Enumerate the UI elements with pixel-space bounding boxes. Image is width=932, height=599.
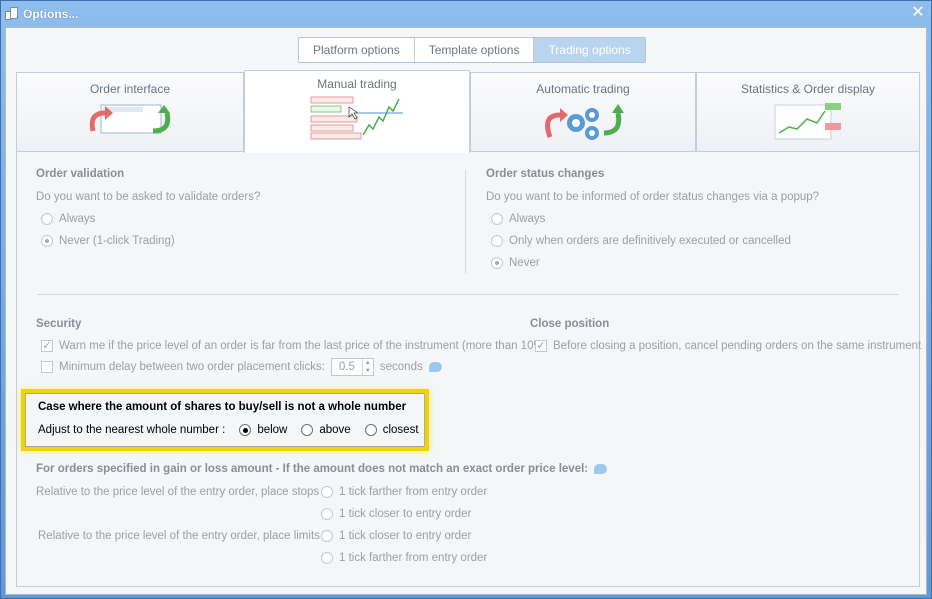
tab-statistics-order-display[interactable]: Statistics & Order display [696,72,920,152]
option-label: Never [509,257,540,269]
option-label: 1 tick farther from entry order [339,486,488,498]
radio-icon [491,235,503,247]
info-bubble-icon[interactable] [594,464,608,474]
tab-order-interface[interactable]: Order interface [16,72,244,152]
radio-icon [41,213,53,225]
option-label: Never (1-click Trading) [59,235,175,247]
round-closest-radio[interactable]: closest [364,424,419,436]
option-label: 1 tick farther from entry order [339,552,488,564]
cancel-pending-checkbox[interactable]: ✓ Before closing a position, cancel pendi… [535,340,921,352]
option-label: Always [59,213,96,225]
column-divider [465,170,466,274]
client-area: Platform options Template options Tradin… [5,27,927,595]
round-above-radio[interactable]: above [301,424,351,436]
limits-closer-radio[interactable]: 1 tick closer to entry order [321,530,471,542]
options-segmented-control: Platform options Template options Tradin… [298,37,646,63]
option-label: 1 tick closer to entry order [339,530,472,542]
warn-price-checkbox[interactable]: ✓ Warn me if the price level of an order … [41,340,548,352]
option-label: Only when orders are definitively execut… [509,235,791,247]
stops-farther-radio[interactable]: 1 tick farther from entry order [321,486,487,498]
delay-value[interactable]: 0.5 [332,361,362,373]
radio-icon [321,552,333,564]
segment-trading-options[interactable]: Trading options [534,38,645,62]
whole-number-highlight-box: Case where the amount of shares to buy/s… [21,389,429,451]
radio-icon [491,257,503,269]
stops-label: Relative to the price level of the entry… [36,486,320,498]
radio-icon [364,424,377,436]
order-status-executed-radio[interactable]: Only when orders are definitively execut… [491,235,791,247]
checkbox-label: Before closing a position, cancel pendin… [553,340,922,352]
radio-icon [301,424,314,436]
whole-number-row: Adjust to the nearest whole number : bel… [38,424,419,436]
automatic-trading-icon [545,104,624,140]
info-bubble-icon[interactable] [428,362,442,372]
limits-label: Relative to the price level of the entry… [38,530,320,542]
delay-unit: seconds [379,361,423,373]
segment-platform-options[interactable]: Platform options [299,38,415,62]
gain-loss-title-row: For orders specified in gain or loss amo… [36,463,608,475]
order-status-always-radio[interactable]: Always [491,213,545,225]
radio-icon [239,424,252,436]
checkmark-icon: ✓ [41,340,53,352]
order-validation-always-radio[interactable]: Always [41,213,95,225]
order-interface-icon [89,104,171,134]
limits-farther-radio[interactable]: 1 tick farther from entry order [321,552,487,564]
option-label: below [257,424,288,436]
tab-label: Manual trading [317,77,397,91]
order-validation-title: Order validation [36,168,125,180]
security-title: Security [36,318,82,330]
stops-closer-radio[interactable]: 1 tick closer to entry order [321,508,471,520]
order-status-never-radio[interactable]: Never [491,257,540,269]
section-divider [37,294,899,295]
tab-automatic-trading[interactable]: Automatic trading [470,72,696,152]
trading-tabs: Order interface Manual trading Automatic… [16,70,920,153]
tab-label: Automatic trading [536,82,630,96]
statistics-icon [774,103,841,140]
window-title: Options... [23,7,79,21]
order-validation-never-radio[interactable]: Never (1-click Trading) [41,235,175,247]
whole-number-prompt: Adjust to the nearest whole number : [38,424,226,436]
checkbox-label: Warn me if the price level of an order i… [59,340,548,352]
close-position-title: Close position [530,318,610,330]
option-label: closest [382,424,419,436]
manual-trading-panel: Order validation Do you want to be asked… [16,151,921,587]
segment-template-options[interactable]: Template options [415,38,535,62]
order-validation-question: Do you want to be asked to validate orde… [36,191,261,203]
radio-icon [41,235,53,247]
option-label: Always [509,213,546,225]
stepper-arrows-icon[interactable]: ▲ ▼ [361,359,373,375]
order-status-title: Order status changes [486,168,605,180]
radio-icon [491,213,503,225]
checkbox-label: Minimum delay between two order placemen… [59,361,325,373]
options-window: Options... ✕ Platform options Template o… [0,0,932,599]
tab-manual-trading[interactable]: Manual trading [244,70,470,153]
delay-stepper[interactable]: 0.5 ▲ ▼ [330,358,374,376]
checkbox-icon [41,361,53,373]
gain-loss-title: For orders specified in gain or loss amo… [36,463,589,475]
close-icon[interactable]: ✕ [909,4,927,22]
round-below-radio[interactable]: below [239,424,287,436]
option-label: above [319,424,351,436]
whole-number-title: Case where the amount of shares to buy/s… [38,401,407,413]
app-icon [5,7,20,21]
manual-trading-icon [310,96,403,140]
whole-number-group: Case where the amount of shares to buy/s… [25,393,425,447]
checkmark-icon: ✓ [535,340,547,352]
order-status-question: Do you want to be informed of order stat… [486,191,820,203]
title-bar[interactable]: Options... ✕ [1,1,931,27]
tab-label: Order interface [89,82,171,96]
radio-icon [321,508,333,520]
min-delay-checkbox[interactable]: Minimum delay between two order placemen… [41,358,442,376]
radio-icon [321,486,333,498]
radio-icon [321,530,333,542]
option-label: 1 tick closer to entry order [339,508,472,520]
tab-label: Statistics & Order display [740,82,876,96]
